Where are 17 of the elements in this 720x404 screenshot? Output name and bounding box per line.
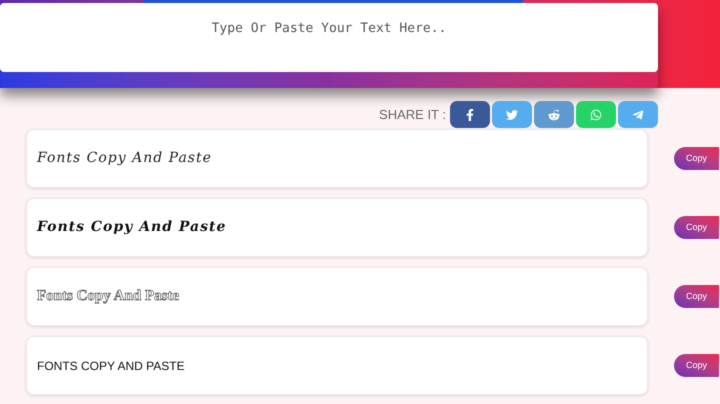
font-sample: Fonts Copy And Paste	[37, 218, 226, 237]
alien-icon	[548, 108, 560, 120]
share-button[interactable]	[450, 101, 490, 128]
copy-button[interactable]: Copy	[674, 285, 719, 308]
bird-icon	[506, 108, 518, 120]
copy-button[interactable]: Copy	[674, 354, 719, 377]
phone-bubble-icon	[590, 108, 602, 120]
font-sample: FONTS COPY AND PASTE	[37, 358, 185, 374]
paper-plane-icon	[632, 108, 644, 120]
font-sample: Fonts Copy And Paste	[37, 149, 212, 168]
text-input-field[interactable]: Type Or Paste Your Text Here..	[0, 3, 658, 72]
copy-button[interactable]: Copy	[674, 147, 719, 170]
share-button[interactable]	[534, 101, 574, 128]
share-label: SHARE IT :	[379, 106, 446, 124]
facebook-icon	[464, 108, 476, 120]
copy-button[interactable]: Copy	[674, 216, 719, 239]
font-sample: Fonts Copy And Paste	[37, 287, 180, 306]
